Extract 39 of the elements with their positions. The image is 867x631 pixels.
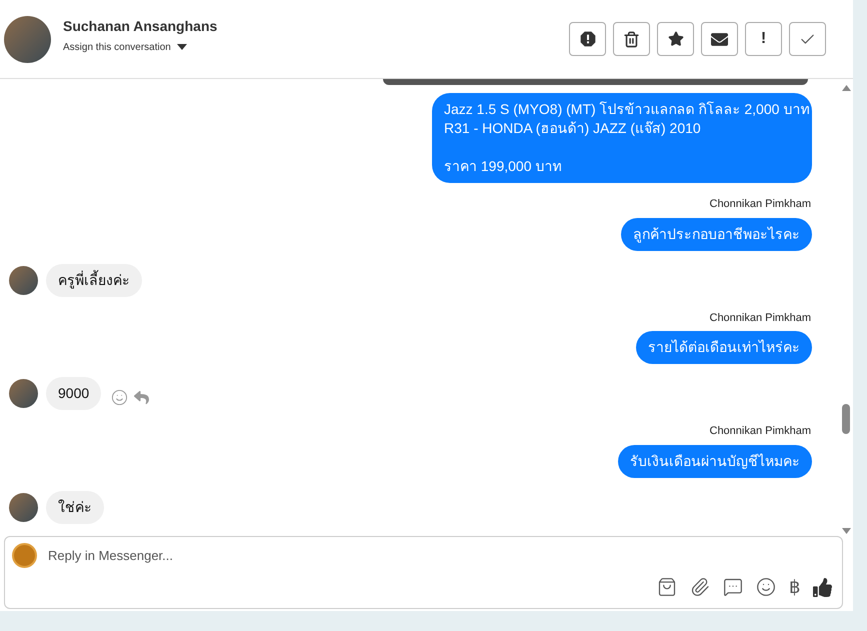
alert-octagon-icon [580,31,596,47]
trash-icon [623,30,640,48]
sender-name: Chonnikan Pimkham [710,197,811,212]
outgoing-message-bubble: รับเงินเดือนผ่านบัญชีไหมคะ [618,444,812,478]
outgoing-message-bubble: ลูกค้าประกอบอาชีพอะไรคะ [621,218,812,250]
toolbar-button[interactable] [569,22,606,56]
toolbar-button[interactable] [701,22,738,56]
attach-icon[interactable] [690,577,710,597]
sender-name: Chonnikan Pimkham [710,310,811,326]
scroll-down-icon[interactable] [842,528,851,534]
emoji-icon[interactable] [756,577,776,597]
scrollbar-thumb[interactable] [842,404,850,434]
toolbar-button[interactable]: ! [745,22,782,56]
sender-name: Chonnikan Pimkham [710,424,811,439]
assign-dropdown[interactable]: Assign this conversation [63,40,218,54]
toolbar-button[interactable] [657,22,694,56]
page-avatar-photo-placeholder [12,543,37,568]
baht-button[interactable]: ฿ [789,578,800,596]
incoming-message-bubble: ใช่ค่ะ [46,490,104,524]
mail-icon [711,30,728,48]
incoming-message-bubble: ครูพี่เลี้ยงค่ะ [46,264,142,296]
thumbs-up-icon[interactable] [813,578,832,596]
outgoing-message-bubble: รายได้ต่อเดือนเท่าไหร่คะ [636,331,812,364]
avatar-photo-placeholder [9,492,38,522]
contact-name: Suchanan Ansanghans [63,16,218,36]
chat-icon[interactable] [723,577,743,597]
shopping-bag-icon[interactable] [657,577,677,597]
avatar-photo-placeholder [9,379,38,408]
avatar-photo-placeholder [4,16,51,62]
caret-icon [176,44,187,50]
reply-icon[interactable] [134,390,150,405]
avatar-photo-placeholder [9,266,38,294]
star-icon [668,31,684,47]
toolbar-button[interactable] [613,22,650,56]
incoming-message-bubble: 9000 [46,377,102,410]
outgoing-message-bubble: Jazz 1.5 S (MYO8) (MT) โปรข้าวแลกลด กิโลละ 2,000 บาท R31 - HONDA (ฮอนด้า) JAZZ (แจ๊ส) 2010 ราคา 199,000 บาท [432,93,812,183]
react-icon[interactable] [111,389,128,406]
reply-field[interactable]: Reply in Messenger... ฿ [4,536,843,609]
scroll-up-icon[interactable] [842,85,851,91]
